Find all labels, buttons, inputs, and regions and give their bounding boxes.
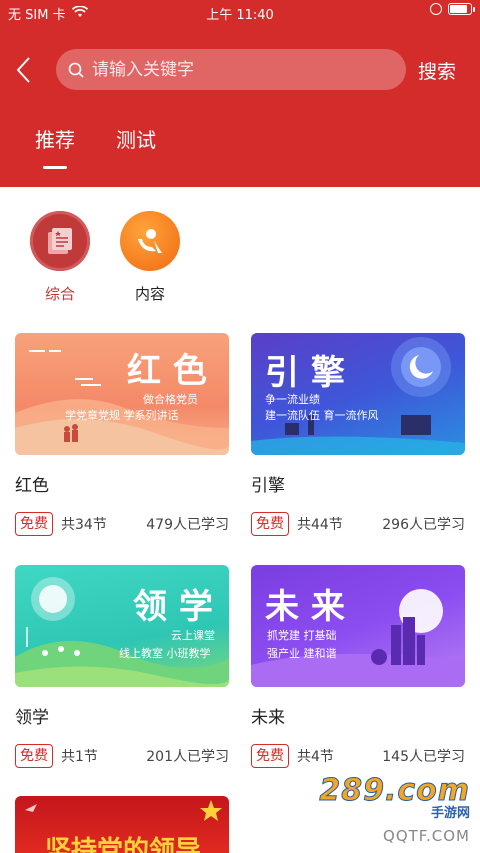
course-meta: 免费 共4节 145人已学习	[251, 744, 465, 768]
category-comprehensive[interactable]: 综合	[20, 211, 100, 304]
course-card-engine[interactable]: 引 擎 争一流业绩 建一流队伍 育一流作风 引擎 免费 共44节 296人已学习	[251, 333, 465, 536]
category-label: 综合	[44, 285, 75, 303]
lesson-count: 共44节	[297, 517, 343, 533]
banner-line2: 线上教室 小班教学	[119, 647, 211, 660]
category-label: 内容	[134, 285, 165, 303]
course-banner: 未 来 抓党建 打基础 强产业 建和谐	[251, 565, 465, 687]
lesson-count: 共1节	[61, 749, 98, 765]
learner-count: 201人已学习	[146, 749, 229, 765]
course-banner: 坚持党的领导	[15, 796, 229, 853]
lesson-count: 共34节	[61, 517, 107, 533]
course-banner: 红 色 做合格党员 学党章党规 学系列讲话	[15, 333, 229, 455]
category-content[interactable]: 内容	[110, 211, 190, 304]
rotation-lock-icon	[430, 3, 442, 15]
watermark-site: QQTF.COM	[383, 827, 470, 845]
banner-headline: 未 来	[265, 587, 345, 627]
banner-line2: 学党章党规 学系列讲话	[65, 409, 179, 422]
course-card-partial[interactable]: 坚持党的领导	[15, 796, 229, 853]
banner-headline: 引 擎	[265, 353, 345, 393]
course-title: 红色	[15, 476, 49, 496]
tab-test[interactable]: 测试	[116, 124, 156, 153]
course-grid: 红 色 做合格党员 学党章党规 学系列讲话 红色 免费 共34节 479人已学习…	[0, 312, 480, 853]
course-title: 领学	[15, 708, 49, 728]
watermark: 289.com 手游网 QQTF.COM	[319, 773, 470, 846]
document-icon	[30, 211, 90, 271]
course-card-lead[interactable]: 领 学 云上课堂 线上教室 小班教学 领学 免费 共1节 201人已学习	[15, 565, 229, 768]
status-bar: 无 SIM 卡 上午 11:40	[0, 0, 480, 24]
free-badge: 免费	[15, 512, 53, 536]
banner-headline: 坚持党的领导	[45, 836, 202, 853]
search-icon	[68, 62, 84, 78]
banner-line1: 做合格党员	[143, 393, 198, 406]
clock: 上午 11:40	[206, 8, 274, 23]
battery-icon	[448, 3, 475, 15]
banner-headline: 红 色	[127, 351, 207, 391]
chevron-left-icon	[16, 57, 30, 83]
search-button[interactable]: 搜索	[418, 57, 456, 84]
free-badge: 免费	[251, 512, 289, 536]
course-title: 未来	[251, 708, 285, 728]
tab-bar: 推荐 测试	[0, 118, 480, 168]
course-title: 引擎	[251, 476, 285, 496]
search-bar[interactable]	[56, 49, 406, 90]
banner-line1: 云上课堂	[171, 629, 215, 642]
back-button[interactable]	[8, 50, 38, 90]
course-meta: 免费 共1节 201人已学习	[15, 744, 229, 768]
lesson-count: 共4节	[297, 749, 334, 765]
course-banner: 引 擎 争一流业绩 建一流队伍 育一流作风	[251, 333, 465, 455]
banner-line1: 抓党建 打基础	[267, 629, 337, 642]
tab-recommend[interactable]: 推荐	[35, 124, 75, 153]
banner-line1: 争一流业绩	[265, 393, 320, 406]
learner-count: 296人已学习	[382, 517, 465, 533]
course-card-red[interactable]: 红 色 做合格党员 学党章党规 学系列讲话 红色 免费 共34节 479人已学习	[15, 333, 229, 536]
learner-count: 479人已学习	[146, 517, 229, 533]
course-meta: 免费 共34节 479人已学习	[15, 512, 229, 536]
course-banner: 领 学 云上课堂 线上教室 小班教学	[15, 565, 229, 687]
free-badge: 免费	[251, 744, 289, 768]
banner-line2: 强产业 建和谐	[267, 647, 337, 660]
banner-headline: 领 学	[133, 587, 213, 627]
course-meta: 免费 共44节 296人已学习	[251, 512, 465, 536]
banner-line2: 建一流队伍 育一流作风	[265, 409, 379, 422]
course-card-future[interactable]: 未 来 抓党建 打基础 强产业 建和谐 未来 免费 共4节 145人已学习	[251, 565, 465, 768]
orange-logo-icon	[120, 211, 180, 271]
app-header: 无 SIM 卡 上午 11:40 搜索 推荐 测试	[0, 0, 480, 187]
learner-count: 145人已学习	[382, 749, 465, 765]
search-input[interactable]	[92, 59, 392, 80]
free-badge: 免费	[15, 744, 53, 768]
category-row: 综合 内容	[0, 187, 480, 312]
